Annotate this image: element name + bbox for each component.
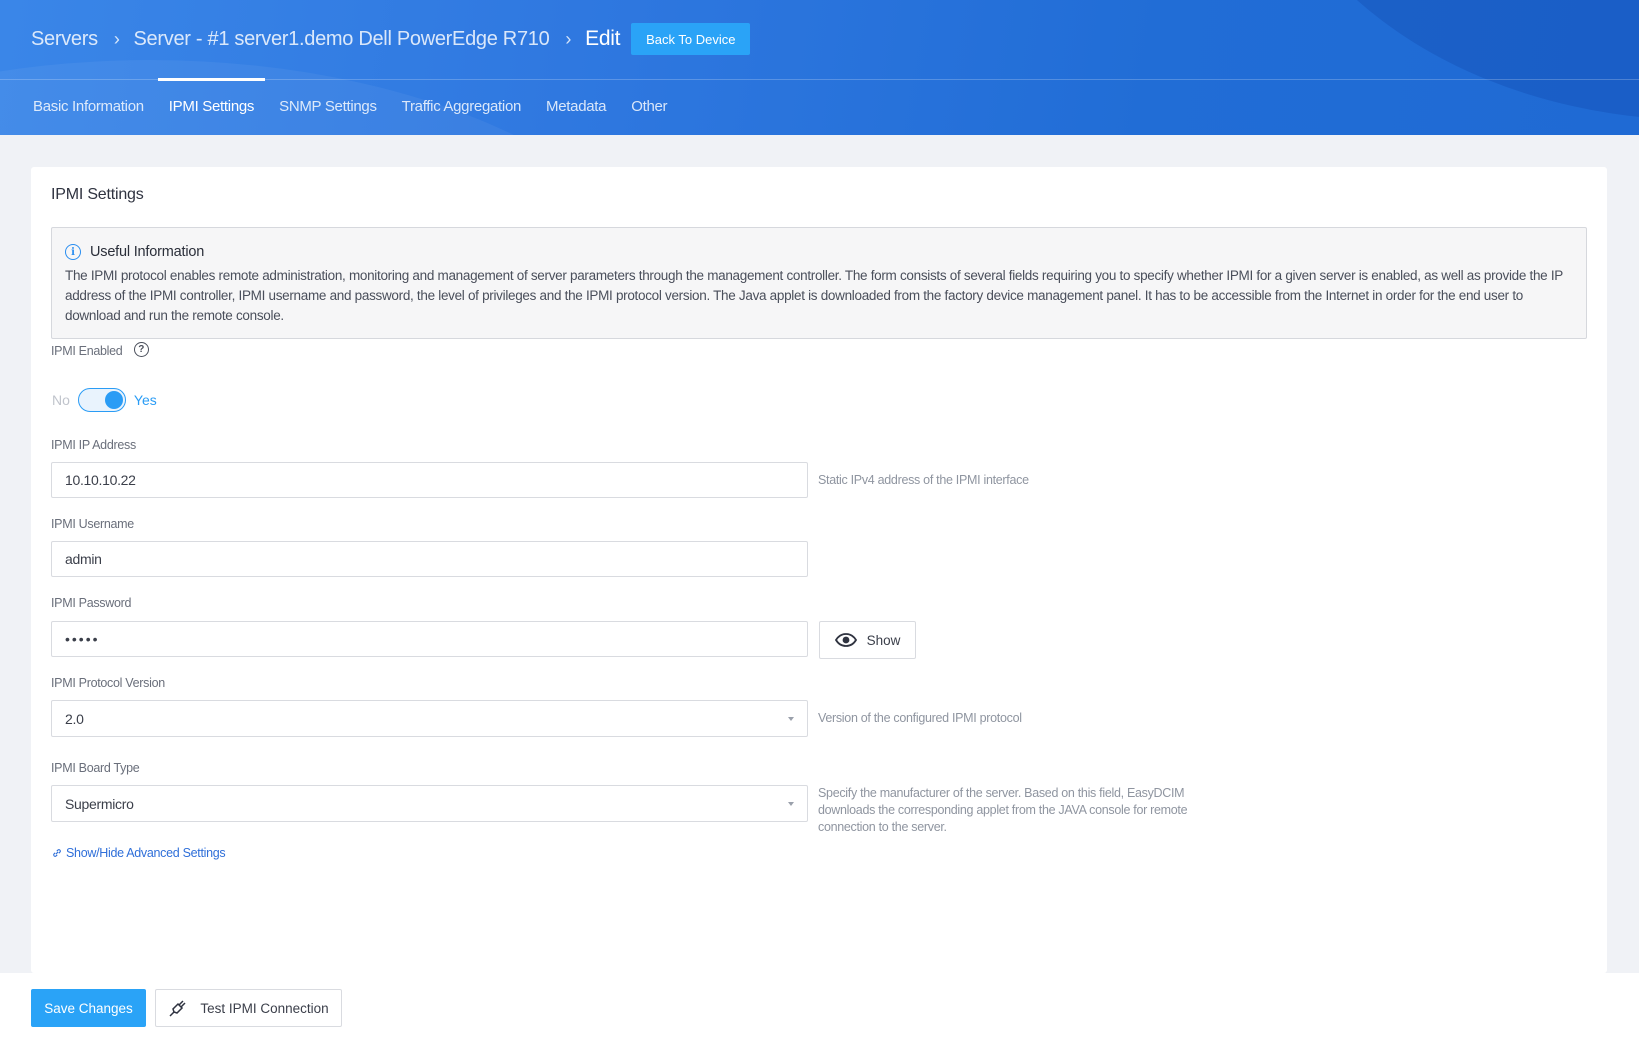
chevron-right-icon: › bbox=[113, 28, 120, 49]
tab-traffic-aggregation[interactable]: Traffic Aggregation bbox=[402, 78, 522, 135]
save-changes-button[interactable]: Save Changes bbox=[31, 989, 146, 1027]
password-input[interactable]: ••••• bbox=[51, 621, 808, 657]
ip-address-label: IPMI IP Address bbox=[51, 438, 136, 452]
tab-metadata[interactable]: Metadata bbox=[546, 78, 606, 135]
switch-knob bbox=[104, 390, 123, 409]
tab-other[interactable]: Other bbox=[631, 78, 667, 135]
advanced-settings-label: Show/Hide Advanced Settings bbox=[66, 846, 226, 860]
plug-icon bbox=[169, 1000, 186, 1017]
info-title: Useful Information bbox=[90, 244, 205, 260]
page-header: Servers › Server - #1 server1.demo Dell … bbox=[0, 0, 1639, 135]
toggle-on-label: Yes bbox=[133, 392, 157, 408]
ipmi-enabled-switch[interactable] bbox=[77, 388, 126, 412]
back-to-device-button[interactable]: Back To Device bbox=[631, 23, 751, 55]
chevron-down-icon bbox=[788, 801, 794, 806]
ipmi-enabled-label-text: IPMI Enabled bbox=[51, 344, 123, 358]
board-type-value: Supermicro bbox=[65, 795, 134, 812]
breadcrumb-server[interactable]: Server - #1 server1.demo Dell PowerEdge … bbox=[134, 28, 550, 51]
chevron-right-icon: › bbox=[565, 28, 572, 49]
footer-bar: Save Changes Test IPMI Connection bbox=[0, 973, 1639, 1043]
info-header: i Useful Information bbox=[65, 242, 1573, 262]
info-icon: i bbox=[65, 244, 81, 260]
ip-address-input[interactable]: 10.10.10.22 bbox=[51, 462, 808, 498]
board-type-select[interactable]: Supermicro bbox=[51, 785, 808, 822]
ip-address-hint: Static IPv4 address of the IPMI interfac… bbox=[818, 473, 1029, 487]
advanced-settings-link[interactable]: Show/Hide Advanced Settings bbox=[52, 846, 226, 860]
ipmi-enabled-toggle-row: No Yes bbox=[52, 388, 157, 412]
tab-snmp-settings[interactable]: SNMP Settings bbox=[279, 78, 377, 135]
ipmi-enabled-label: IPMI Enabled ? bbox=[51, 342, 149, 359]
link-icon bbox=[53, 849, 61, 857]
ipmi-settings-card: IPMI Settings i Useful Information The I… bbox=[31, 167, 1607, 973]
question-circle-icon[interactable]: ? bbox=[133, 342, 149, 358]
breadcrumb-current: Edit bbox=[585, 27, 621, 50]
breadcrumb-servers[interactable]: Servers bbox=[31, 28, 98, 51]
protocol-version-label: IPMI Protocol Version bbox=[51, 676, 165, 690]
toggle-off-label: No bbox=[52, 392, 70, 408]
show-button-label: Show bbox=[866, 632, 901, 648]
chevron-down-icon bbox=[788, 716, 794, 721]
password-label: IPMI Password bbox=[51, 596, 132, 610]
eye-icon bbox=[834, 633, 857, 647]
protocol-version-value: 2.0 bbox=[65, 710, 84, 727]
card-title: IPMI Settings bbox=[51, 186, 144, 203]
protocol-version-hint: Version of the configured IPMI protocol bbox=[818, 711, 1022, 725]
breadcrumb: Servers › Server - #1 server1.demo Dell … bbox=[31, 22, 751, 56]
info-box: i Useful Information The IPMI protocol e… bbox=[51, 227, 1587, 339]
show-password-button[interactable]: Show bbox=[819, 621, 916, 659]
test-ipmi-connection-button[interactable]: Test IPMI Connection bbox=[155, 989, 342, 1027]
header-decoration bbox=[1250, 0, 1639, 120]
test-button-label: Test IPMI Connection bbox=[200, 1000, 329, 1016]
username-input[interactable]: admin bbox=[51, 541, 808, 577]
tab-basic-information[interactable]: Basic Information bbox=[33, 78, 144, 135]
info-text: The IPMI protocol enables remote adminis… bbox=[65, 268, 1563, 323]
username-label: IPMI Username bbox=[51, 517, 134, 531]
protocol-version-select[interactable]: 2.0 bbox=[51, 700, 808, 737]
board-type-label: IPMI Board Type bbox=[51, 761, 140, 775]
tab-ipmi-settings[interactable]: IPMI Settings bbox=[157, 78, 266, 135]
tab-bar: Basic Information IPMI Settings SNMP Set… bbox=[33, 78, 692, 135]
board-type-hint: Specify the manufacturer of the server. … bbox=[818, 786, 1188, 834]
